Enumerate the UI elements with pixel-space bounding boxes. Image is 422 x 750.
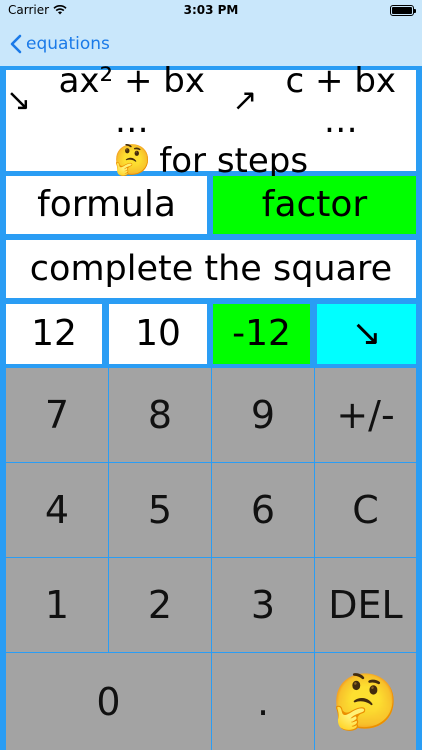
- complete-the-square-button[interactable]: complete the square: [6, 240, 416, 298]
- key-9[interactable]: 9: [212, 368, 315, 463]
- coefficient-c-field[interactable]: -12: [213, 304, 310, 364]
- key-1[interactable]: 1: [6, 558, 109, 653]
- key-decimal-point[interactable]: .: [212, 653, 315, 750]
- standard-form-text: ax² + bx …: [58, 60, 205, 141]
- key-clear[interactable]: C: [315, 463, 416, 558]
- back-button[interactable]: equations: [10, 30, 110, 58]
- battery-icon: [390, 5, 416, 16]
- arrow-up-right-icon: ↗: [232, 83, 258, 118]
- keypad: 7 8 9 +/- 4 5 6 C 1 2 3 DEL 0 . 🤔: [6, 368, 416, 750]
- chevron-left-icon: [10, 34, 22, 54]
- formula-button[interactable]: formula: [6, 176, 207, 234]
- thinking-face-icon: 🤔: [331, 669, 400, 733]
- coefficient-b-field[interactable]: 10: [109, 304, 207, 364]
- key-plus-minus[interactable]: +/-: [315, 368, 416, 463]
- reversed-form-text: c + bx …: [285, 60, 397, 141]
- equation-forms: ↘ ax² + bx … ↗ c + bx …: [6, 61, 416, 141]
- coefficient-a-field[interactable]: 12: [6, 304, 102, 364]
- arrow-down-right-icon: ↘: [6, 83, 32, 118]
- factor-button[interactable]: factor: [213, 176, 416, 234]
- key-delete[interactable]: DEL: [315, 558, 416, 653]
- show-steps-button[interactable]: 🤔: [315, 653, 416, 750]
- back-label: equations: [26, 34, 110, 54]
- steps-hint-text: for steps: [159, 140, 309, 181]
- status-bar: Carrier 3:03 PM: [0, 0, 422, 22]
- status-time: 3:03 PM: [183, 3, 239, 17]
- key-3[interactable]: 3: [212, 558, 315, 653]
- key-0[interactable]: 0: [6, 653, 212, 750]
- direction-toggle-button[interactable]: ↘: [317, 304, 416, 364]
- key-7[interactable]: 7: [6, 368, 109, 463]
- steps-hint: 🤔 for steps: [114, 141, 308, 181]
- thinking-face-icon: 🤔: [113, 142, 152, 178]
- key-6[interactable]: 6: [212, 463, 315, 558]
- key-8[interactable]: 8: [109, 368, 212, 463]
- key-2[interactable]: 2: [109, 558, 212, 653]
- key-4[interactable]: 4: [6, 463, 109, 558]
- equation-display[interactable]: ↘ ax² + bx … ↗ c + bx … 🤔 for steps: [6, 61, 416, 181]
- key-5[interactable]: 5: [109, 463, 212, 558]
